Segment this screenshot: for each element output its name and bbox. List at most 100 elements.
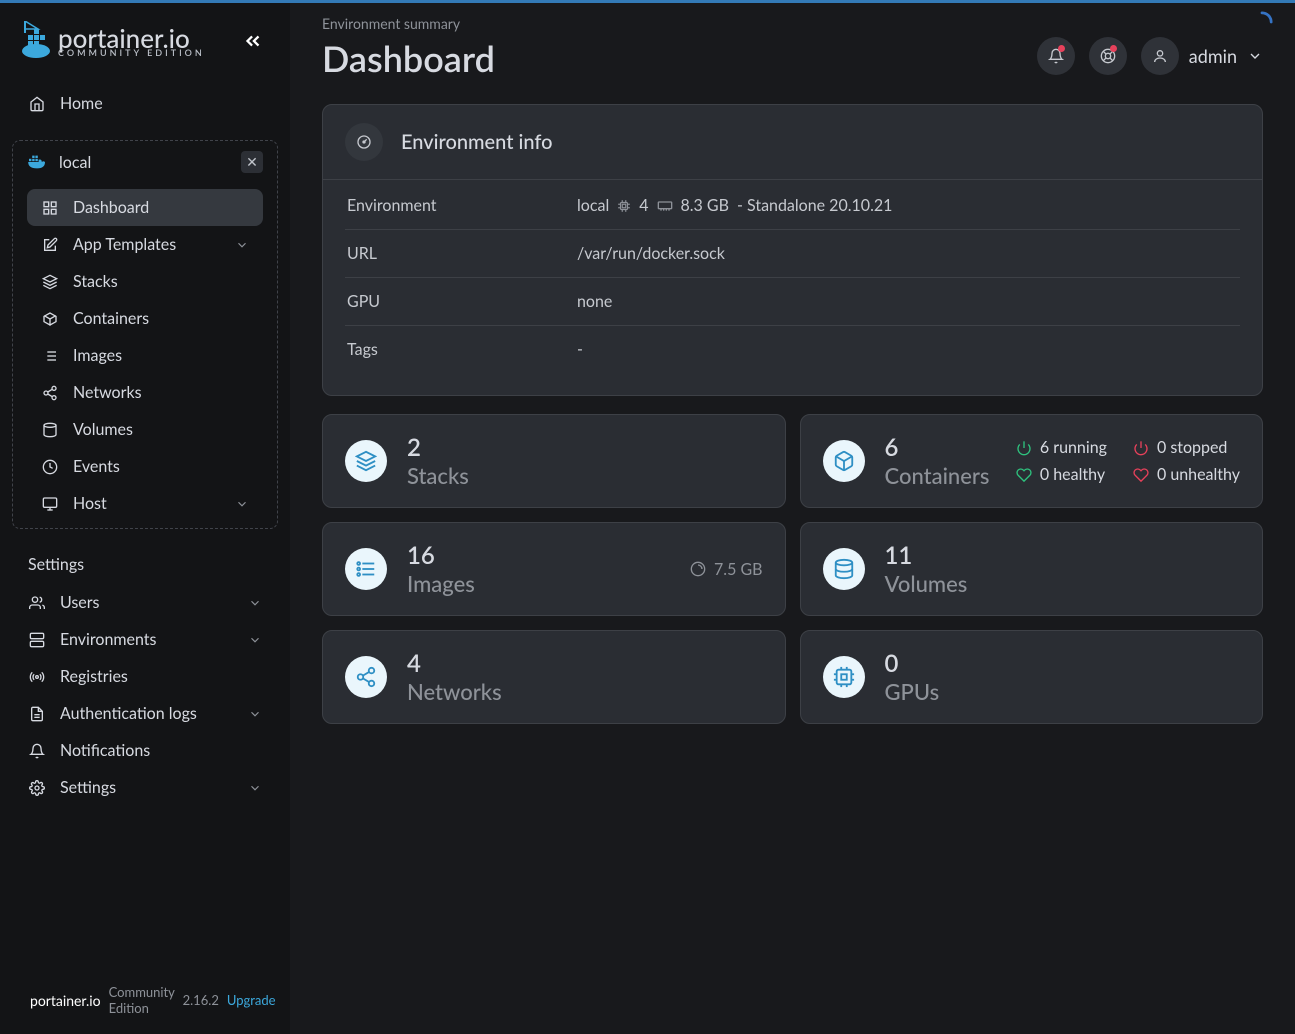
host-icon (41, 496, 59, 512)
events-icon (41, 459, 59, 475)
sidebar: portainer.io COMMUNITY EDITION Home loca… (0, 0, 290, 1034)
main: Environment summary Dashboard admin (290, 0, 1295, 1034)
notifications-button[interactable] (1037, 37, 1075, 75)
environments-icon (28, 632, 46, 648)
footer-version: 2.16.2 (183, 992, 219, 1008)
networks-count: 4 (407, 649, 502, 678)
memory-icon (657, 199, 673, 213)
sidebar-item-containers[interactable]: Containers (27, 300, 263, 337)
docker-icon (27, 154, 47, 170)
info-row-environment: Environment local 4 8.3 GB - Standalone … (345, 182, 1240, 230)
nav-home[interactable]: Home (14, 85, 276, 122)
sidebar-footer: portainer.io Community Edition 2.16.2 Up… (0, 966, 290, 1034)
sidebar-item-volumes[interactable]: Volumes (27, 411, 263, 448)
info-key: GPU (347, 292, 577, 311)
containers-healthy: 0 healthy (1016, 465, 1107, 484)
images-icon (41, 348, 59, 364)
cpu-icon (617, 199, 631, 213)
chevron-down-icon (248, 781, 262, 795)
sidebar-item-notifications[interactable]: Notifications (14, 732, 276, 769)
gauge-icon (345, 123, 383, 161)
chevron-down-icon (248, 596, 262, 610)
sidebar-item-settings[interactable]: Settings (14, 769, 276, 806)
sidebar-item-stacks[interactable]: Stacks (27, 263, 263, 300)
images-count: 16 (407, 541, 475, 570)
images-size: 7.5 GB (690, 560, 762, 579)
heart-icon (1016, 467, 1032, 483)
nav-label: Settings (60, 778, 116, 797)
app-templates-icon (41, 237, 59, 253)
brand-edition: COMMUNITY EDITION (58, 48, 205, 57)
chevron-down-icon (248, 633, 262, 647)
info-env-name: local (577, 196, 609, 215)
gpus-icon (823, 656, 865, 698)
stacks-label: Stacks (407, 462, 469, 489)
environment-close-button[interactable]: ✕ (241, 151, 263, 173)
environment-info-panel: Environment info Environment local 4 8.3… (322, 104, 1263, 396)
heart-icon (1133, 467, 1149, 483)
nav-label: Environments (60, 630, 156, 649)
environment-card: local ✕ DashboardApp TemplatesStacks Cont… (12, 140, 278, 529)
volumes-count: 11 (885, 541, 968, 570)
help-dot (1110, 45, 1117, 52)
info-row-gpu: GPU none (345, 278, 1240, 326)
images-label: Images (407, 570, 475, 597)
notifications-icon (28, 743, 46, 759)
nav-label: Images (73, 346, 122, 365)
user-menu[interactable]: admin (1141, 37, 1263, 75)
info-gpu-value: none (577, 292, 612, 311)
dashboard-icon (41, 200, 59, 216)
nav-label: Users (60, 593, 99, 612)
info-url-value: /var/run/docker.sock (577, 244, 725, 263)
tile-images[interactable]: 16 Images 7.5 GB (322, 522, 786, 616)
sidebar-item-events[interactable]: Events (27, 448, 263, 485)
networks-icon (41, 385, 59, 401)
loading-spinner-icon (1251, 11, 1273, 33)
sidebar-item-host[interactable]: Host (27, 485, 263, 522)
footer-edition: Community Edition (109, 984, 175, 1016)
tile-stacks[interactable]: 2 Stacks (322, 414, 786, 508)
tile-networks[interactable]: 4 Networks (322, 630, 786, 724)
sidebar-item-users[interactable]: Users (14, 584, 276, 621)
nav-label: Authentication logs (60, 704, 197, 723)
home-icon (28, 96, 46, 112)
username: admin (1189, 45, 1237, 67)
sidebar-item-environments[interactable]: Environments (14, 621, 276, 658)
breadcrumb: Environment summary (322, 15, 495, 32)
nav-label: Events (73, 457, 120, 476)
help-button[interactable] (1089, 37, 1127, 75)
info-cpu-count: 4 (639, 196, 648, 215)
nav-label: Networks (73, 383, 142, 402)
containers-icon (41, 311, 59, 327)
info-row-url: URL /var/run/docker.sock (345, 230, 1240, 278)
tile-containers[interactable]: 6 Containers 6 running 0 stopped 0 healt… (800, 414, 1264, 508)
chevrons-left-icon (242, 30, 264, 52)
info-key: Environment (347, 196, 577, 215)
sidebar-item-networks[interactable]: Networks (27, 374, 263, 411)
sidebar-item-registries[interactable]: Registries (14, 658, 276, 695)
authentication-logs-icon (28, 706, 46, 722)
info-mode: - Standalone 20.10.21 (737, 196, 892, 215)
sidebar-item-images[interactable]: Images (27, 337, 263, 374)
nav-label: Containers (73, 309, 149, 328)
containers-unhealthy: 0 unhealthy (1133, 465, 1240, 484)
stacks-icon (41, 274, 59, 290)
registries-icon (28, 669, 46, 685)
stacks-count: 2 (407, 433, 469, 462)
brand-logo[interactable]: portainer.io COMMUNITY EDITION (22, 21, 205, 61)
nav-label: Volumes (73, 420, 133, 439)
disk-icon (690, 561, 706, 577)
sidebar-item-app-templates[interactable]: App Templates (27, 226, 263, 263)
sidebar-item-dashboard[interactable]: Dashboard (27, 189, 263, 226)
tile-gpus[interactable]: 0 GPUs (800, 630, 1264, 724)
tile-volumes[interactable]: 11 Volumes (800, 522, 1264, 616)
upgrade-link[interactable]: Upgrade (227, 992, 276, 1008)
chevron-down-icon (248, 707, 262, 721)
nav-label: Notifications (60, 741, 150, 760)
nav-label: Host (73, 494, 107, 513)
page-title: Dashboard (322, 36, 495, 80)
sidebar-item-authentication-logs[interactable]: Authentication logs (14, 695, 276, 732)
environment-header[interactable]: local ✕ (13, 141, 277, 183)
collapse-sidebar-button[interactable] (236, 24, 270, 58)
info-memory: 8.3 GB (681, 196, 729, 215)
